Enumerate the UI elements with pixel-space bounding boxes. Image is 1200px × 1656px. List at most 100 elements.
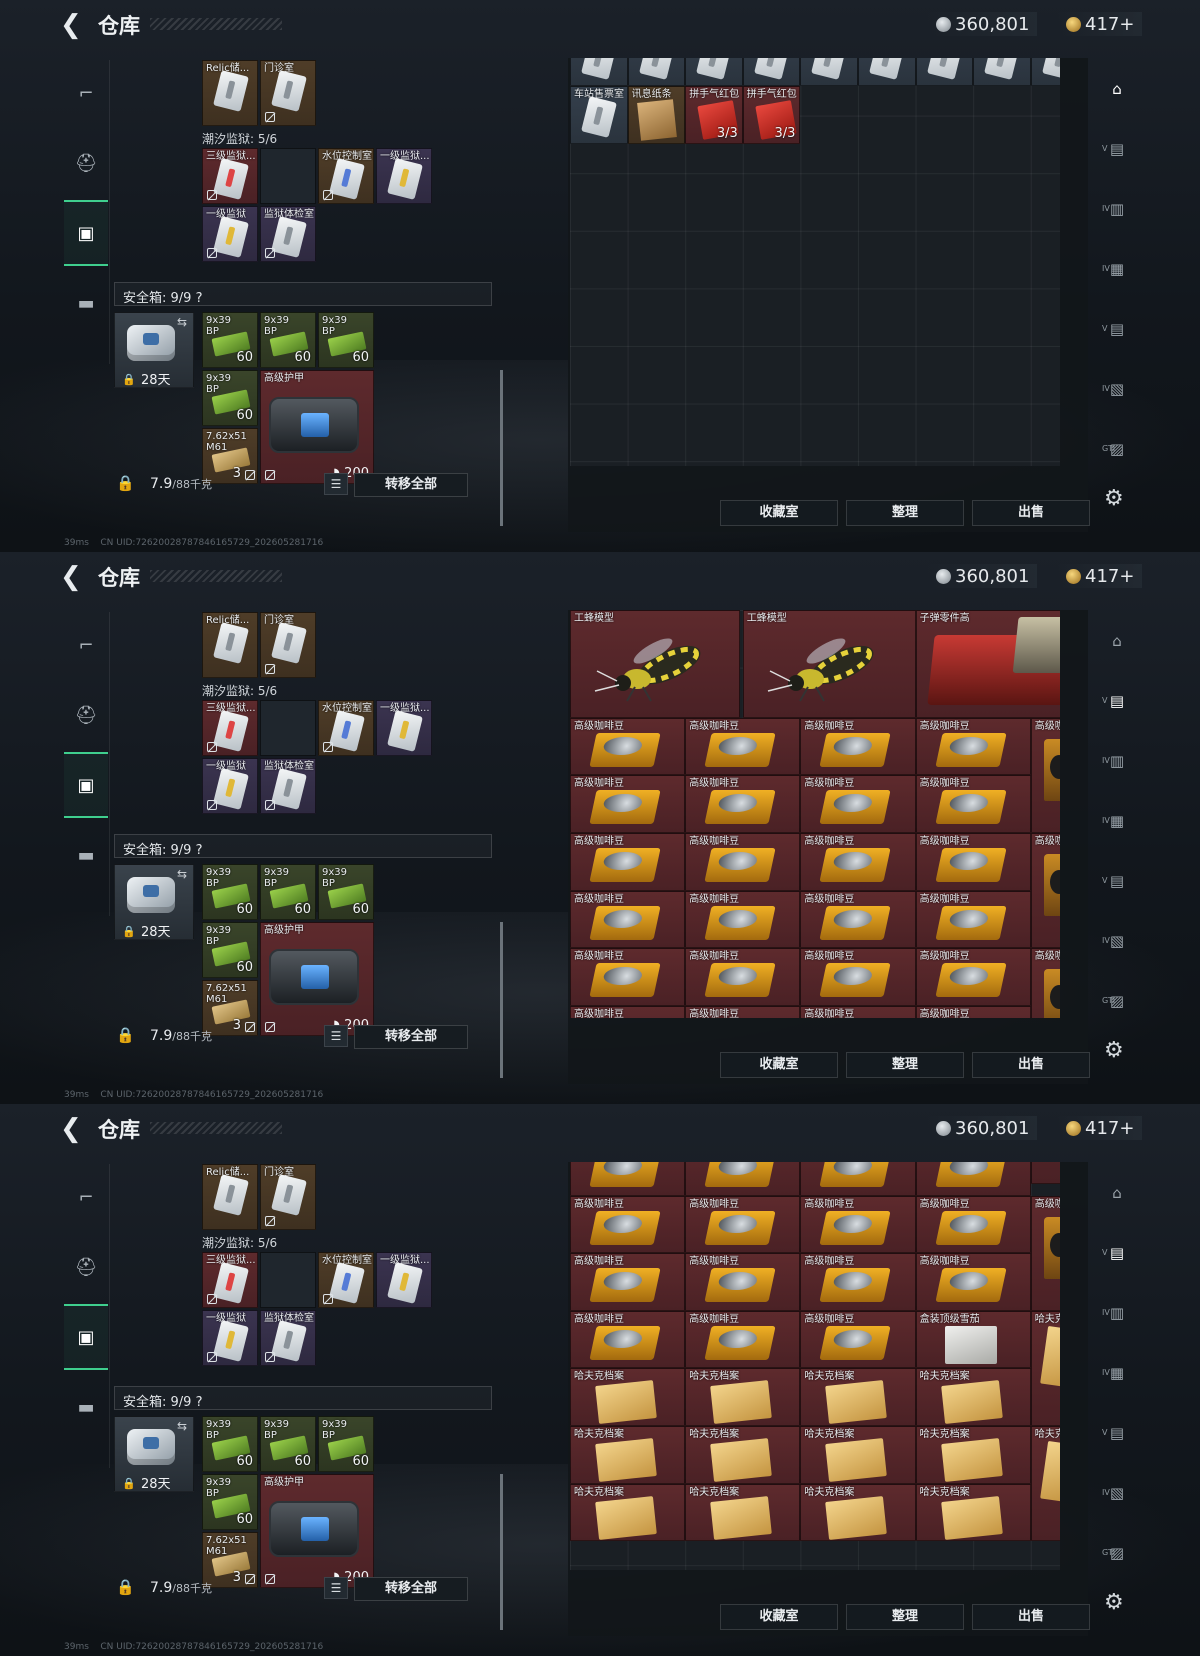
briefcase-icon[interactable]: ▬ (64, 822, 108, 888)
storage-item[interactable]: 高级咖啡豆 (685, 717, 801, 776)
storage-item[interactable]: 哈夫克档案 (915, 1368, 1031, 1426)
scrollbar[interactable] (500, 922, 503, 1078)
collection-room-button[interactable]: 收藏室 (720, 1052, 838, 1078)
key-item[interactable]: 监狱体检室 (260, 1310, 316, 1366)
keycard-item[interactable]: 医务室 (973, 58, 1031, 86)
storage-item[interactable]: 高级咖啡豆 (685, 890, 801, 949)
lock-icon[interactable]: 🔒 (116, 1026, 135, 1044)
storage-item[interactable]: 高级咖啡豆 (1030, 1195, 1060, 1311)
box-v2-icon[interactable]: V ▤ (1102, 866, 1132, 896)
storage-item[interactable]: 工蜂模型 (742, 610, 916, 718)
folder-iv-icon[interactable]: IV ▥ (1102, 194, 1132, 224)
key-item[interactable]: 门诊室 (260, 1164, 316, 1230)
storage-item[interactable]: 哈夫克档案 (570, 1368, 686, 1426)
storage-item[interactable]: 高级咖啡豆 (915, 1195, 1031, 1254)
storage-item[interactable]: 高级咖啡豆 (800, 1253, 916, 1311)
transfer-all-button[interactable]: 转移全部 (354, 1025, 468, 1049)
storage-item[interactable]: 高级咖啡豆 (800, 1310, 916, 1369)
safe-box[interactable]: ⇆ 🔒 28天 (114, 1416, 194, 1492)
storage-item[interactable]: 高级咖啡豆 (570, 1195, 686, 1254)
storage-item[interactable]: 哈夫克档案 (800, 1483, 916, 1542)
keycard-item[interactable]: 东城检查... (742, 58, 801, 86)
storage-item[interactable]: 高级咖啡豆 (685, 948, 801, 1006)
storage-item[interactable]: 拼手气红包 3/3 (685, 86, 743, 144)
folder-iv-icon[interactable]: IV ▥ (1102, 746, 1132, 776)
organize-button[interactable]: 整理 (846, 500, 964, 526)
storage-item[interactable]: 哈夫克档案 (685, 1483, 801, 1542)
storage-item[interactable]: 高级咖啡豆 (570, 832, 686, 891)
storage-item[interactable]: 哈夫克档案 (800, 1368, 916, 1426)
keycard-item[interactable]: 中控...楼 (627, 58, 686, 86)
folder-iv-icon[interactable]: IV ▥ (1102, 1298, 1132, 1328)
box-iv-icon[interactable]: IV ▦ (1102, 254, 1132, 284)
storage-item[interactable]: 高级咖啡豆 (685, 1310, 801, 1369)
storage-item[interactable]: 哈夫克档案 (915, 1426, 1031, 1484)
storage-item[interactable]: 高级咖啡豆 (685, 1195, 801, 1254)
empty-slot[interactable] (260, 148, 316, 204)
sell-button[interactable]: 出售 (972, 1052, 1090, 1078)
swap-icon[interactable]: ⇆ (177, 867, 187, 881)
storage-item[interactable]: 高级咖啡豆 (800, 948, 916, 1006)
helmet-icon[interactable]: ⛑ (64, 682, 108, 748)
storage-item[interactable]: 高级咖啡豆 (915, 1005, 1031, 1018)
ammo-item[interactable]: 9x39 BP 60 (202, 370, 258, 426)
ammo-item[interactable]: 9x39 BP 60 (318, 312, 374, 368)
sell-button[interactable]: 出售 (972, 500, 1090, 526)
storage-item[interactable]: 车站售票室 (570, 86, 628, 144)
storage-item[interactable]: 高级咖啡豆 (685, 1253, 801, 1311)
storage-item[interactable]: 高级咖啡豆 (570, 948, 686, 1006)
box-v2-icon[interactable]: V ▤ (1102, 314, 1132, 344)
storage-item[interactable]: 高级咖啡豆 (570, 1162, 686, 1196)
gold-currency[interactable]: 417+ (1058, 12, 1143, 36)
storage-item[interactable]: 高级咖啡豆 (570, 717, 686, 776)
briefcase-icon[interactable]: ▬ (64, 1374, 108, 1440)
gold-currency[interactable]: 417+ (1058, 564, 1143, 588)
swap-icon[interactable]: ⇆ (177, 1419, 187, 1433)
keycard-item[interactable]: 售票办公室 (685, 58, 743, 86)
box-v2-icon[interactable]: V ▤ (1102, 1418, 1132, 1448)
organize-button[interactable]: 整理 (846, 1604, 964, 1630)
ammo-item[interactable]: 9x39 BP 60 (202, 1416, 258, 1472)
storage-item[interactable]: 高级咖啡豆 (915, 1162, 1031, 1196)
key-item[interactable]: 监狱体检室 (260, 206, 316, 262)
organize-button[interactable]: 整理 (846, 1052, 964, 1078)
safe-box-label[interactable]: 安全箱: 9/9 ? (114, 282, 492, 306)
storage-item[interactable]: 高级咖啡豆 (570, 1310, 686, 1369)
briefcase-icon[interactable]: ▬ (64, 270, 108, 336)
storage-item[interactable]: 高级咖啡豆 (915, 890, 1031, 949)
storage-item[interactable]: 哈夫克档案 (685, 1426, 801, 1484)
list-icon[interactable]: ☰ (324, 1577, 348, 1599)
safe-box-label[interactable]: 安全箱: 9/9 ? (114, 1386, 492, 1410)
safe-box[interactable]: ⇆ 🔒 28天 (114, 312, 194, 388)
list-icon[interactable]: ☰ (324, 473, 348, 495)
storage-item[interactable]: 高级咖啡豆 (570, 1005, 686, 1018)
scrollbar[interactable] (500, 1474, 503, 1630)
transfer-all-button[interactable]: 转移全部 (354, 1577, 468, 1601)
helmet-icon[interactable]: ⛑ (64, 1234, 108, 1300)
storage-item[interactable]: 拼手气红包 3/3 (742, 86, 801, 144)
key-item[interactable]: 一级监狱... (376, 700, 432, 756)
safe-box[interactable]: ⇆ 🔒 28天 (114, 864, 194, 940)
armor-item[interactable]: 高级护甲◗ 200 (260, 1474, 374, 1588)
gear-icon[interactable]: ⚙ (1104, 1038, 1124, 1063)
key-item[interactable]: 水位控制室 (318, 148, 374, 204)
storage-item[interactable]: 哈夫克档案 (570, 1426, 686, 1484)
storage-item[interactable]: 高级咖啡豆 (800, 1005, 916, 1018)
chevron-left-icon[interactable]: ❮ (60, 562, 82, 592)
chevron-left-icon[interactable]: ❮ (60, 1114, 82, 1144)
ammo-item[interactable]: 9x39 BP 60 (202, 864, 258, 920)
helmet-icon[interactable]: ⛑ (64, 130, 108, 196)
storage-item[interactable]: 子弹零件高 (915, 610, 1060, 718)
ammo-item[interactable]: 9x39 BP 60 (260, 1416, 316, 1472)
backpack-icon[interactable]: ▣ (64, 1304, 108, 1370)
gti-icon[interactable]: GTI ▨ (1102, 434, 1132, 464)
key-item[interactable]: 水位控制室 (318, 700, 374, 756)
home-icon[interactable]: ⌂ (1102, 626, 1132, 656)
safe-box-label[interactable]: 安全箱: 9/9 ? (114, 834, 492, 858)
ammo-item[interactable]: 9x39 BP 60 (202, 922, 258, 978)
storage-item[interactable]: 高级咖啡豆 (915, 717, 1031, 776)
ammo-item[interactable]: 9x39 BP 60 (260, 312, 316, 368)
storage-item[interactable]: 高级咖啡豆 (1030, 1162, 1060, 1185)
storage-item[interactable]: 高级咖啡豆 (800, 1162, 916, 1196)
storage-item[interactable]: 哈夫克档案 (1030, 1426, 1060, 1542)
